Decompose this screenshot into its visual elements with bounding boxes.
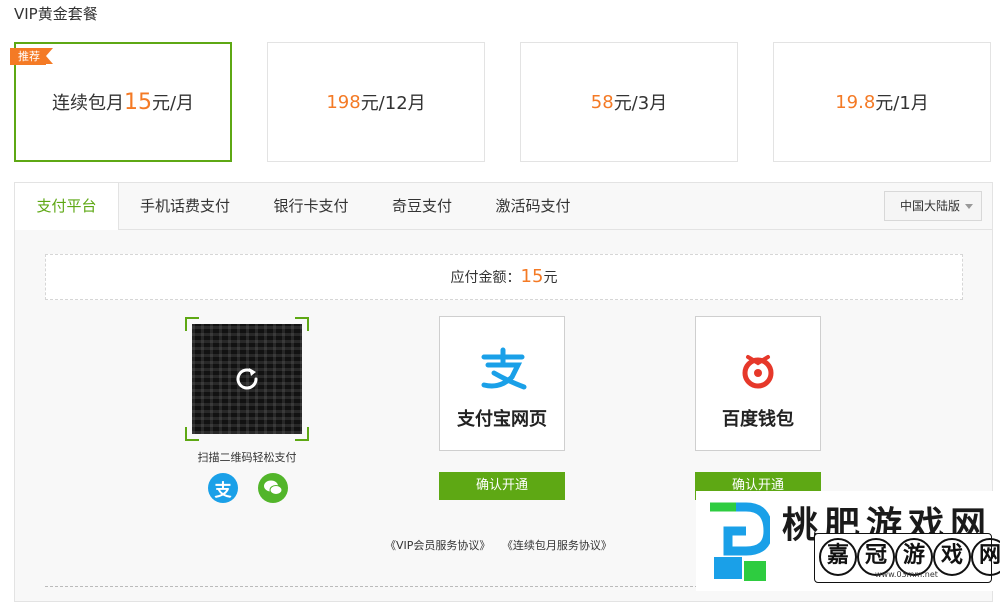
alipay-web-label: 支付宝网页	[457, 409, 547, 430]
plan-prefix: 连续包月	[51, 93, 124, 114]
qr-code-area	[185, 317, 309, 441]
plan-price: 15	[123, 89, 152, 115]
tab-qidou[interactable]: 奇豆支付	[384, 183, 460, 229]
qr-hint: 扫描二维码轻松支付	[197, 451, 297, 464]
tab-bank-card[interactable]: 银行卡支付	[263, 183, 359, 229]
plan-card-1-month[interactable]: 19.8 元/1月	[773, 42, 991, 162]
watermark-url: www.03mm.net	[875, 570, 938, 579]
plan-unit: 元/12月	[360, 93, 426, 114]
monthly-agreement-link[interactable]: 《连续包月服务协议》	[502, 539, 612, 552]
recommended-badge: 推荐	[10, 48, 53, 65]
watermark-char: 网	[971, 538, 1000, 576]
baidu-wallet-card[interactable]: 百度钱包	[695, 316, 821, 451]
baidu-wallet-label: 百度钱包	[722, 409, 794, 430]
amount-due: 应付金额：15元	[45, 254, 963, 300]
refresh-icon	[236, 368, 258, 390]
watermark-logo-icon	[710, 502, 770, 581]
section-title: VIP黄金套餐	[14, 5, 98, 23]
tab-mobile-bill[interactable]: 手机话费支付	[129, 183, 241, 229]
refresh-qr-button[interactable]	[192, 324, 302, 434]
plan-unit: 元/1月	[875, 93, 929, 114]
plan-price: 58	[590, 91, 614, 113]
region-select[interactable]: 中国大陆版	[884, 191, 982, 221]
watermark-badge: 嘉 冠 游 戏 网 www.03mm.net	[814, 533, 1000, 583]
plan-card-12-months[interactable]: 198 元/12月	[267, 42, 485, 162]
watermark-char: 戏	[933, 538, 971, 576]
tab-activation-code[interactable]: 激活码支付	[485, 183, 581, 229]
plan-price: 19.8	[835, 91, 876, 113]
wechat-icon	[258, 473, 288, 503]
plan-price: 198	[326, 91, 361, 113]
payment-tabs: 支付平台 手机话费支付 银行卡支付 奇豆支付 激活码支付 中国大陆版	[15, 183, 992, 230]
plan-card-monthly-auto[interactable]: 推荐 连续包月 15 元/月	[10, 42, 232, 162]
alipay-icon: 支	[208, 473, 238, 503]
alipay-logo-icon	[481, 347, 527, 390]
region-select-value: 中国大陆版	[900, 199, 961, 213]
plan-unit: 元/3月	[613, 93, 668, 114]
baidu-wallet-logo-icon	[742, 355, 774, 389]
vip-agreement-link[interactable]: 《VIP会员服务协议》	[385, 539, 490, 552]
amount-value: 15	[520, 266, 544, 287]
chevron-down-icon	[965, 204, 973, 209]
watermark-char: 嘉	[819, 538, 857, 576]
plan-card-3-months[interactable]: 58 元/3月	[520, 42, 738, 162]
plan-unit: 元/月	[151, 93, 195, 114]
alipay-web-card[interactable]: 支付宝网页	[439, 316, 565, 451]
watermark: 桃肥游戏网 嘉 冠 游 戏 网 www.03mm.net	[696, 491, 1000, 591]
amount-unit: 元	[543, 270, 558, 286]
amount-label: 应付金额：	[450, 270, 521, 286]
alipay-confirm-button[interactable]: 确认开通	[439, 472, 565, 500]
tab-payment-platform[interactable]: 支付平台	[15, 183, 119, 230]
agreements: 《VIP会员服务协议》 《连续包月服务协议》	[385, 537, 620, 553]
